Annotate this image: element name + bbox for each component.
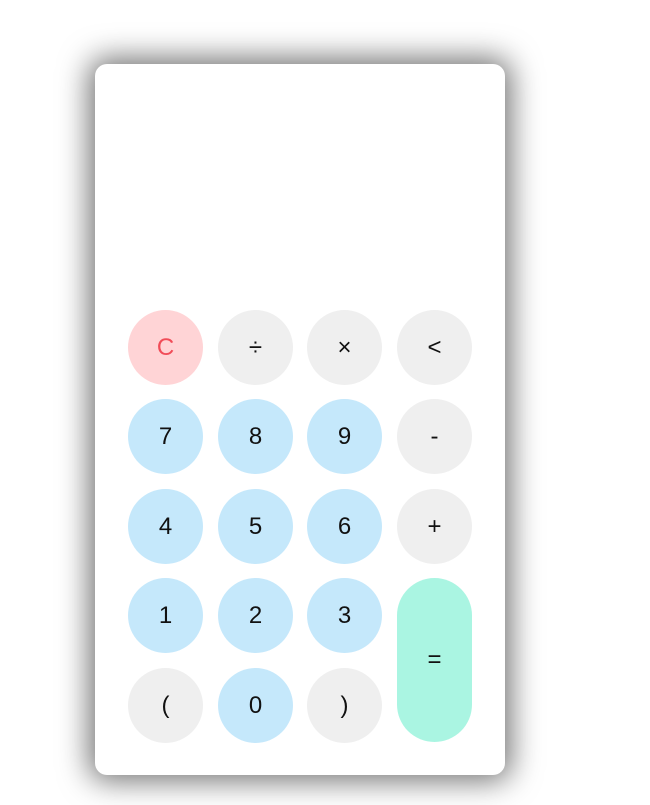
calculator-panel: C ÷ × < 7 8 9 - 4 5 6 + 1 2 3 = ( 0 ) xyxy=(95,64,505,775)
digit-8-button[interactable]: 8 xyxy=(218,399,293,474)
digit-3-button[interactable]: 3 xyxy=(307,578,382,653)
digit-5-button[interactable]: 5 xyxy=(218,489,293,564)
digit-1-button[interactable]: 1 xyxy=(128,578,203,653)
keypad: C ÷ × < 7 8 9 - 4 5 6 + 1 2 3 = ( 0 ) xyxy=(128,310,473,743)
backspace-button[interactable]: < xyxy=(397,310,472,385)
calculator-display xyxy=(115,84,485,294)
digit-9-button[interactable]: 9 xyxy=(307,399,382,474)
close-paren-button[interactable]: ) xyxy=(307,668,382,743)
multiply-button[interactable]: × xyxy=(307,310,382,385)
open-paren-button[interactable]: ( xyxy=(128,668,203,743)
digit-2-button[interactable]: 2 xyxy=(218,578,293,653)
divide-button[interactable]: ÷ xyxy=(218,310,293,385)
subtract-button[interactable]: - xyxy=(397,399,472,474)
add-button[interactable]: + xyxy=(397,489,472,564)
digit-0-button[interactable]: 0 xyxy=(218,668,293,743)
digit-7-button[interactable]: 7 xyxy=(128,399,203,474)
equals-button[interactable]: = xyxy=(397,578,472,742)
clear-button[interactable]: C xyxy=(128,310,203,385)
digit-4-button[interactable]: 4 xyxy=(128,489,203,564)
digit-6-button[interactable]: 6 xyxy=(307,489,382,564)
